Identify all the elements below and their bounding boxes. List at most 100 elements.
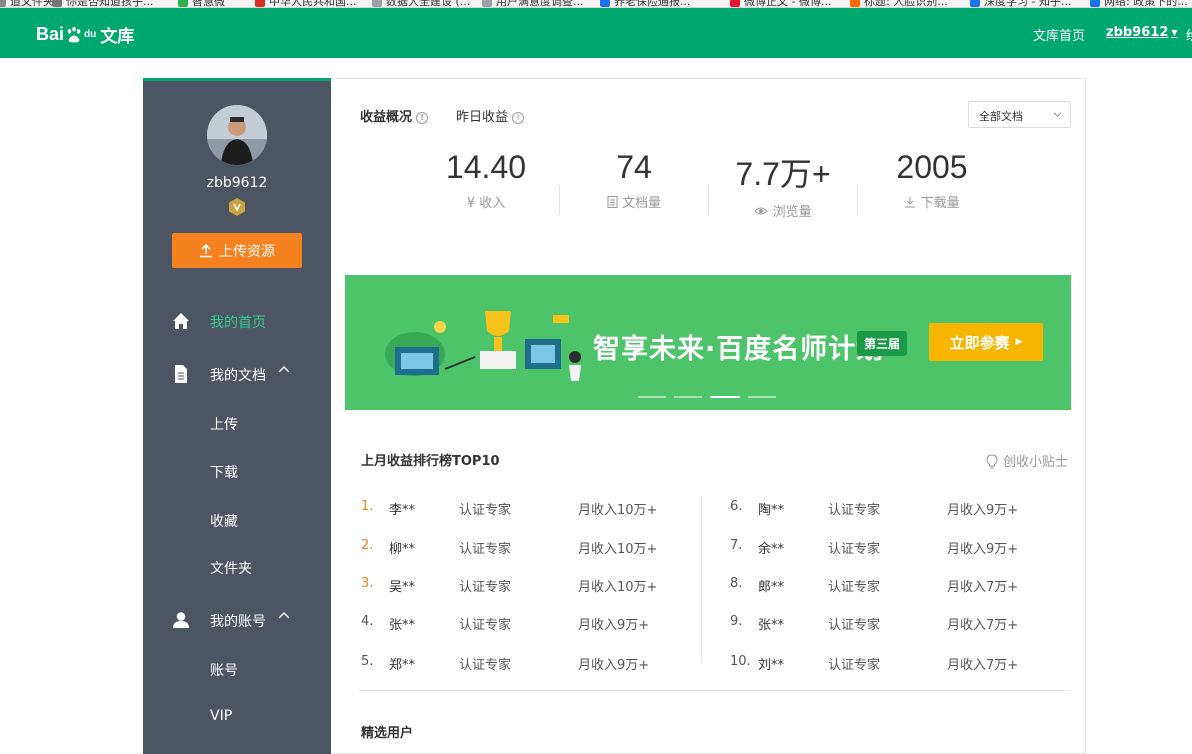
caret-down-icon: ▼ xyxy=(1171,28,1178,37)
bookmark-label: 标题: 人脸识别... xyxy=(864,0,948,8)
upload-resource-button[interactable]: 上传资源 xyxy=(172,233,302,268)
user-icon xyxy=(173,612,189,628)
ranking-name[interactable]: 吴** xyxy=(389,576,415,595)
ranking-type: 认证专家 xyxy=(459,503,512,518)
stat-label-row: 浏览量 xyxy=(708,201,858,220)
sidebar-subitem-download[interactable]: 下载 xyxy=(210,462,238,482)
ranking-income: 月收入9万+ xyxy=(578,618,650,633)
sidebar-subitem-account[interactable]: 账号 xyxy=(210,660,238,680)
nav-more-link[interactable]: 绘 xyxy=(1186,25,1192,44)
ranking-name[interactable]: 郎** xyxy=(758,576,784,595)
income-tips-link[interactable]: 创收小贴士 xyxy=(985,451,1068,470)
ranking-income: 月收入9万+ xyxy=(578,658,650,673)
ranking-name[interactable]: 张** xyxy=(389,614,415,633)
help-icon[interactable]: ! xyxy=(512,111,525,124)
sidebar-subitem-favorites[interactable]: 收藏 xyxy=(210,511,238,531)
banner-title: 智享未来·百度名师计划 xyxy=(593,334,885,365)
section-divider xyxy=(359,690,1071,691)
ranking-name[interactable]: 陶** xyxy=(758,499,784,518)
ranking-row: 3. 吴** 认证专家 月收入10万+ xyxy=(361,576,691,595)
bookmark-item[interactable]: 微博正文 - 微博... xyxy=(730,0,832,8)
logo-wenku: 文库 xyxy=(100,27,135,46)
ranking-name[interactable]: 李** xyxy=(389,499,415,518)
logo-text: Bai xyxy=(36,24,65,44)
ranking-name[interactable]: 张** xyxy=(758,614,784,633)
bookmark-item[interactable]: 养老保险通报... xyxy=(600,0,691,7)
sidebar-subitem-upload[interactable]: 上传 xyxy=(210,414,238,434)
ranking-income: 月收入10万+ xyxy=(578,503,658,518)
bookmark-label: 数据大全建设 (... xyxy=(386,0,471,8)
ranking-type: 认证专家 xyxy=(828,503,881,518)
tab-income-overview[interactable]: 收益概况! xyxy=(360,106,429,125)
document-icon xyxy=(175,365,187,383)
sidebar-item-home[interactable]: 我的首页 xyxy=(143,309,331,333)
avatar[interactable] xyxy=(207,105,267,165)
ranking-name[interactable]: 刘** xyxy=(758,654,784,673)
carousel-indicators xyxy=(638,396,776,398)
tips-label: 创收小贴士 xyxy=(1003,455,1069,470)
chevron-up-icon xyxy=(278,612,290,619)
sidebar-subitem-folders[interactable]: 文件夹 xyxy=(210,558,252,578)
bookmark-item[interactable]: 网络: 政策下的... xyxy=(1090,0,1188,7)
bookmark-item[interactable]: 你是否知道孩子... xyxy=(52,0,154,7)
tab-yesterday-label: 昨日收益 xyxy=(456,110,509,125)
chevron-up-icon xyxy=(278,366,290,373)
stat-views: 7.7万+ 浏览量 xyxy=(708,149,858,220)
promo-banner[interactable]: 智享未来·百度名师计划 第三届 立即参赛 ▶ xyxy=(345,275,1071,410)
ranking-row: 4. 张** 认证专家 月收入9万+ xyxy=(361,614,691,633)
ranking-type: 认证专家 xyxy=(459,580,512,595)
bookmarks-bar: 道文件夹 你是否知道孩子... 智慧微 中华人民共和国... 数据大全建设 (... 用户… xyxy=(0,0,1192,8)
stat-label: 浏览量 xyxy=(772,205,812,220)
ranking-income: 月收入7万+ xyxy=(947,580,1019,595)
bookmark-item[interactable]: 深度学习 - 知乎... xyxy=(970,0,1071,7)
ranking-income: 月收入10万+ xyxy=(578,580,658,595)
ranking-type: 认证专家 xyxy=(828,658,881,673)
ranking-type: 认证专家 xyxy=(828,542,881,557)
ranking-row: 5. 郑** 认证专家 月收入9万+ xyxy=(361,654,691,673)
bookmark-item[interactable]: 数据大全建设 (... xyxy=(372,0,471,8)
ranking-type: 认证专家 xyxy=(459,542,512,557)
sidebar-item-label: 我的文档 xyxy=(210,368,266,384)
ranking-name[interactable]: 余** xyxy=(758,538,784,557)
chevron-down-icon xyxy=(1053,112,1062,118)
sidebar-subitem-vip[interactable]: VIP xyxy=(210,708,232,724)
bookmark-item[interactable]: 道文件夹 xyxy=(0,0,54,7)
main-panel: 收益概况! 昨日收益! 全部文档 14.40 ¥ 收入 74 文档量 7.7万+ xyxy=(331,78,1086,754)
nav-username: zbb9612 xyxy=(1106,25,1169,40)
bookmark-label: 微博正文 - 微博... xyxy=(744,0,832,8)
bookmark-item[interactable]: 用户满意度调查... xyxy=(482,0,584,7)
tab-yesterday-income[interactable]: 昨日收益! xyxy=(456,106,525,125)
carousel-dot-active[interactable] xyxy=(710,396,740,398)
stat-label-row: ¥ 收入 xyxy=(411,192,561,211)
document-filter-select[interactable]: 全部文档 xyxy=(968,101,1071,128)
ranking-row: 6. 陶** 认证专家 月收入9万+ xyxy=(730,499,1060,518)
ranking-name[interactable]: 郑** xyxy=(389,654,415,673)
stat-value: 14.40 xyxy=(445,149,527,185)
bookmark-item[interactable]: 中华人民共和国... xyxy=(255,0,357,7)
ranking-type: 认证专家 xyxy=(459,618,512,633)
stat-value: 7.7万+ xyxy=(735,156,831,192)
carousel-dot[interactable] xyxy=(674,396,702,398)
bookmark-item[interactable]: 标题: 人脸识别... xyxy=(850,0,948,8)
lightbulb-icon xyxy=(986,453,998,468)
bookmark-favicon-icon xyxy=(372,0,382,7)
stat-label: 收入 xyxy=(479,196,506,211)
logo-du: du xyxy=(84,29,97,40)
baidu-wenku-logo[interactable]: Bai du 文库 xyxy=(36,22,134,47)
nav-home-link[interactable]: 文库首页 xyxy=(1033,25,1085,44)
ranking-income: 月收入10万+ xyxy=(578,542,658,557)
help-icon[interactable]: ! xyxy=(416,111,429,124)
sidebar-item-my-account[interactable]: 我的账号 xyxy=(143,608,331,632)
ranking-rank: 9. xyxy=(730,614,743,629)
stat-documents: 74 文档量 xyxy=(559,149,709,211)
play-right-icon: ▶ xyxy=(1015,337,1023,347)
ranking-name[interactable]: 柳** xyxy=(389,538,415,557)
bookmark-item[interactable]: 智慧微 xyxy=(178,0,225,8)
carousel-dot[interactable] xyxy=(748,396,776,398)
bookmark-label: 智慧微 xyxy=(192,0,225,8)
join-now-button[interactable]: 立即参赛 ▶ xyxy=(929,323,1043,361)
nav-user-menu[interactable]: zbb9612 ▼ xyxy=(1106,25,1178,40)
sidebar-item-my-docs[interactable]: 我的文档 xyxy=(143,362,331,386)
top-header: Bai du 文库 文库首页 zbb9612▼ 绘 xyxy=(0,8,1192,58)
carousel-dot[interactable] xyxy=(638,396,666,398)
